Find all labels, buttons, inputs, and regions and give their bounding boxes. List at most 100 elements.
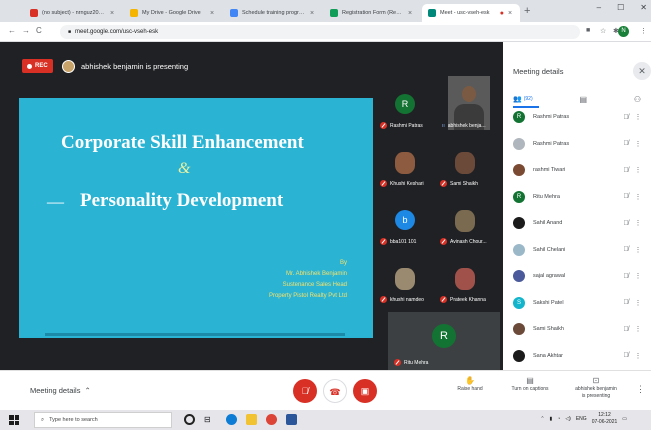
chrome-icon[interactable] [266,414,277,425]
list-item[interactable]: Sana Akhtar 🎙̸ ⋮ [513,343,643,370]
language-indicator[interactable]: ENG [576,416,587,422]
task-view-icon[interactable]: ⊟ [204,414,215,425]
participant-name: Sahil Chelani [533,246,566,253]
file-explorer-icon[interactable] [246,414,257,425]
notification-icon[interactable]: ▭ [622,416,627,422]
tab-title: (no subject) - nrnguz2021@gm [42,10,106,16]
mic-toggle-button[interactable]: 🎙̸ [293,379,317,403]
list-item[interactable]: Sahil Chelani 🎙̸ ⋮ [513,237,643,264]
back-icon[interactable]: ← [8,26,16,35]
taskbar-clock[interactable]: 12:12 07-06-2021 [592,412,618,426]
participant-avatar: R [513,111,525,124]
list-item[interactable]: Sami Shaikh 🎙̸ ⋮ [513,316,643,343]
new-tab-button[interactable]: + [524,5,530,17]
cortana-icon[interactable] [184,414,195,425]
network-icon[interactable]: ◔ [557,416,560,422]
mic-off-icon [440,238,447,245]
participant-tile[interactable]: Sami Shaikh [436,134,493,192]
camera-toggle-button[interactable]: ▣ [353,379,377,403]
camera-icon[interactable]: ■ [586,27,590,34]
word-icon[interactable] [286,414,297,425]
captions-button[interactable]: ▤ Turn on captions [506,377,554,393]
meet-icon [428,9,436,17]
more-options-icon[interactable]: ⋮ [633,246,643,254]
tile-name: Khushi Keshari [380,180,424,187]
mic-off-icon: 🎙̸ [301,386,309,396]
more-options-icon[interactable]: ⋮ [633,272,643,280]
phone-hangup-icon: ☎ [329,387,341,397]
tab-activities[interactable]: ⚇ [634,95,641,104]
tile-name: bba101 101 [380,238,416,245]
tile-name-text: khushi namdeo [390,296,424,303]
list-item[interactable]: R Ritu Mehra 🎙̸ ⋮ [513,184,643,211]
list-item[interactable]: R Rashmi Patras 🎙̸ ⋮ [513,104,643,131]
volume-icon[interactable]: ◁) [565,416,571,422]
close-window-icon[interactable]: ✕ [640,3,647,12]
slide-by: By [339,260,347,266]
tab-chat[interactable]: ▤ [579,95,587,104]
more-options-icon[interactable]: ⋮ [633,219,643,227]
list-item[interactable]: Sahil Anand 🎙̸ ⋮ [513,210,643,237]
close-icon[interactable]: × [210,10,216,17]
participant-avatar: S [513,296,525,309]
slide-footer-bar [45,333,345,336]
forward-icon[interactable]: → [22,26,30,35]
browser-tab-meet[interactable]: Meet - usc-vseh-esk ● × [422,4,520,22]
more-options-icon[interactable]: ⋮ [633,299,643,307]
taskbar-search-input[interactable]: ⌕ Type here to search [34,412,172,428]
browser-tab-strip: (no subject) - nrnguz2021@gm × My Drive … [0,0,651,22]
participant-tile[interactable]: Khushi Keshari [376,134,433,192]
meeting-details-button[interactable]: Meeting details ⌃ [30,386,91,395]
reload-icon[interactable]: C [36,26,42,35]
close-icon[interactable]: × [110,10,116,17]
url-field[interactable]: ■ meet.google.com/usc-vseh-esk [60,25,580,39]
browser-tab-gmail[interactable]: (no subject) - nrnguz2021@gm × [24,4,122,22]
chevron-up-icon[interactable]: ⌃ [540,416,544,422]
battery-icon[interactable]: ▮ [550,416,553,422]
url-text: meet.google.com/usc-vseh-esk [75,29,159,35]
profile-avatar[interactable]: N [618,26,629,37]
close-icon[interactable]: × [310,10,316,17]
menu-dots-icon[interactable]: ⋮ [640,27,647,35]
more-options-icon[interactable]: ⋮ [633,325,643,333]
participant-name: rashmi Tiwari [533,167,566,174]
list-item[interactable]: sajal agrawal 🎙̸ ⋮ [513,263,643,290]
clock-date: 07-06-2021 [591,419,618,425]
maximize-icon[interactable]: ☐ [617,3,624,12]
browser-tab-forms[interactable]: Registration Form (Responses) × [324,4,420,22]
close-icon[interactable]: × [508,10,514,17]
panel-title: Meeting details [513,67,564,76]
windows-start-icon[interactable] [9,415,19,425]
participant-tile[interactable]: R Rashmi Patras [376,76,433,134]
participant-tile[interactable]: Prateek Khanna [436,250,493,308]
participant-tile[interactable]: khushi namdeo [376,250,433,308]
participant-tile-large[interactable]: R Ritu Mehra [388,312,500,370]
list-item[interactable]: rashmi Tiwari 🎙̸ ⋮ [513,157,643,184]
more-options-icon[interactable]: ⋮ [633,140,643,148]
browser-tab-docs[interactable]: Schedule training program.doc × [224,4,322,22]
raise-hand-button[interactable]: ✋ Raise hand [452,377,488,393]
close-icon[interactable]: × [408,10,414,17]
list-item[interactable]: S Sakshi Patel 🎙̸ ⋮ [513,290,643,317]
more-options-icon[interactable]: ⋮ [636,384,645,395]
more-options-icon[interactable]: ⋮ [633,352,643,360]
camera-off-icon: ▣ [360,386,370,396]
leave-call-button[interactable]: ☎ [323,379,347,403]
tab-people[interactable]: 👥 (92) [513,95,533,103]
star-icon[interactable]: ☆ [600,27,606,35]
mic-off-icon: 🎙̸ [623,272,629,280]
list-item[interactable]: Rashmi Patras 🎙̸ ⋮ [513,131,643,158]
people-count: (92) [523,96,533,102]
presenting-button[interactable]: ⊡ abhishek benjamin is presenting [568,377,624,400]
more-options-icon[interactable]: ⋮ [633,193,643,201]
more-options-icon[interactable]: ⋮ [633,113,643,121]
minimize-icon[interactable]: – [597,3,601,12]
participant-tile[interactable]: ıı abhishek benja... [436,76,493,134]
browser-tab-drive[interactable]: My Drive - Google Drive × [124,4,222,22]
close-panel-button[interactable]: ✕ [633,62,651,80]
more-options-icon[interactable]: ⋮ [633,166,643,174]
participant-tile[interactable]: b bba101 101 [376,192,433,250]
mic-off-icon: 🎙̸ [623,113,629,121]
edge-icon[interactable] [226,414,237,425]
participant-tile[interactable]: Avinash Chour... [436,192,493,250]
